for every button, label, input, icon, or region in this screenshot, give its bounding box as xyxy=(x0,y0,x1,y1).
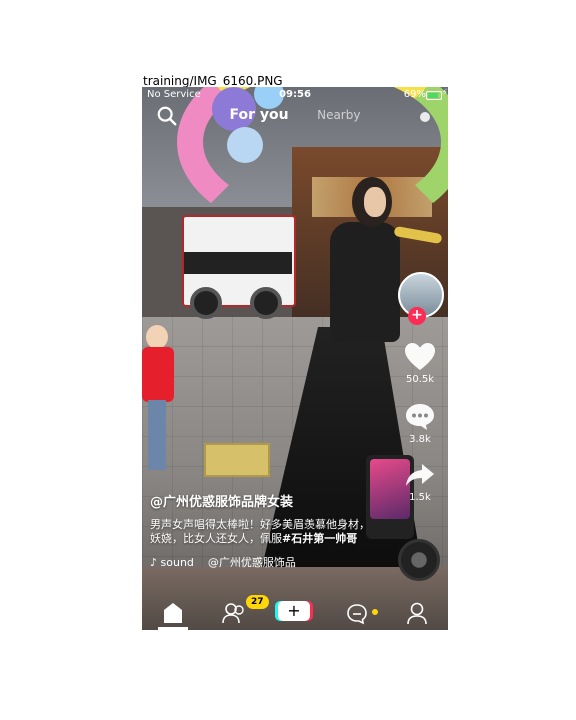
heart-icon xyxy=(405,343,435,370)
hashtag-link[interactable]: #石井第一帅哥 xyxy=(282,532,357,545)
like-count: 50.5k xyxy=(405,374,435,385)
inbox-notification-dot xyxy=(372,609,378,615)
comment-button[interactable]: 3.8k xyxy=(392,402,448,445)
sound-label: sound xyxy=(160,556,194,569)
like-button[interactable]: 50.5k xyxy=(392,342,448,385)
post-description: 男声女声唱得太棒啦！好多美眉羡慕他身材，妖娆，比女人还女人，佩服#石井第一帅哥 xyxy=(150,518,380,546)
post-info: @广州优惑服饰品牌女装 男声女声唱得太棒啦！好多美眉羡慕他身材，妖娆，比女人还女… xyxy=(150,491,380,570)
charging-icon: ⚡ xyxy=(441,88,448,98)
profile-icon[interactable] xyxy=(406,601,428,625)
live-icon[interactable] xyxy=(420,112,430,122)
share-button[interactable]: 1.5k xyxy=(392,462,448,503)
comment-count: 3.8k xyxy=(409,434,431,445)
feed-tabs: For you Nearby xyxy=(142,107,448,123)
battery-percent: 69% xyxy=(403,89,426,100)
inbox-icon[interactable] xyxy=(346,601,368,625)
friends-badge: 27 xyxy=(246,595,269,609)
file-caption: training/IMG_6160.PNG xyxy=(143,74,283,88)
status-bar: No Service 09:56 69% ⚡ xyxy=(142,87,448,103)
follow-button[interactable]: + xyxy=(408,307,426,325)
share-count: 1.5k xyxy=(409,492,431,503)
author-username[interactable]: @广州优惑服饰品牌女装 xyxy=(150,491,380,510)
home-icon[interactable] xyxy=(162,601,184,625)
sound-row[interactable]: ♪ sound @广州优惑服饰品 xyxy=(150,554,380,570)
music-disc-icon[interactable] xyxy=(398,539,440,581)
tab-nearby[interactable]: Nearby xyxy=(317,108,360,122)
clock: 09:56 xyxy=(279,89,311,100)
battery-icon xyxy=(426,91,442,100)
top-bar: For you Nearby xyxy=(142,103,448,131)
friends-icon[interactable] xyxy=(222,601,246,625)
share-arrow-icon xyxy=(406,464,434,486)
home-active-indicator xyxy=(158,627,188,630)
create-button[interactable]: + xyxy=(278,601,310,621)
phone-screen: No Service 09:56 69% ⚡ For you Nearby + … xyxy=(142,87,448,630)
comment-icon xyxy=(406,404,434,430)
bottom-nav: 27 + xyxy=(142,595,448,630)
music-note-icon: ♪ xyxy=(150,556,158,569)
sound-author: @广州优惑服饰品 xyxy=(207,556,296,569)
tab-for-you[interactable]: For you xyxy=(230,107,289,123)
